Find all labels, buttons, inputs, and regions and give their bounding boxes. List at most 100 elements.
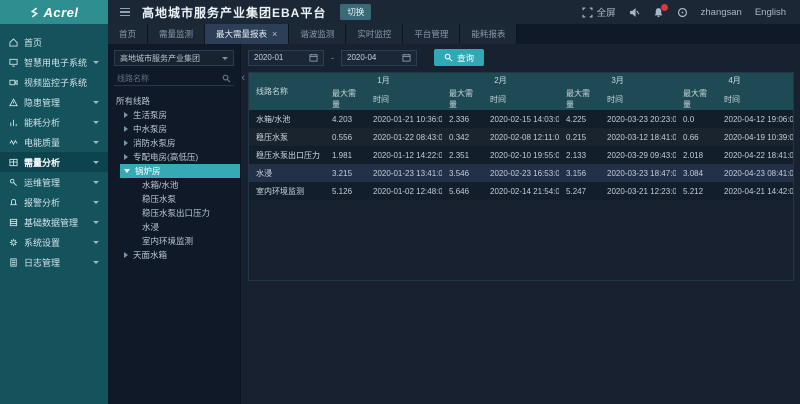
- volume-button[interactable]: [629, 7, 640, 18]
- table-row[interactable]: 室内环境监测 5.126 2020-01-02 12:48:00 5.646 2…: [249, 182, 793, 200]
- warning-icon: [9, 98, 18, 107]
- switch-button[interactable]: 切换: [340, 4, 371, 20]
- tree-node-all-lines[interactable]: 所有线路: [108, 94, 240, 108]
- sidebar-item-home[interactable]: 首页: [0, 32, 108, 52]
- menu-toggle-icon[interactable]: [120, 8, 130, 17]
- time-cell: 2020-02-14 21:54:00: [483, 182, 559, 200]
- max-demand-cell: 3.084: [676, 164, 717, 182]
- sidebar-item-alarm-analysis[interactable]: 报警分析: [0, 192, 108, 212]
- time-cell: 2020-03-23 20:23:00: [600, 110, 676, 128]
- time-cell: 2020-04-19 10:39:00: [717, 128, 793, 146]
- tree-node-water-leak[interactable]: 水浸: [108, 220, 240, 234]
- col-header-max-demand: 最大需量: [325, 88, 366, 110]
- sidebar-item-label: 智慧用电子系统: [24, 56, 87, 69]
- tree-node-pump-outlet-pressure[interactable]: 稳压水泵出口压力: [108, 206, 240, 220]
- notifications-button[interactable]: [653, 7, 664, 18]
- tab-harmonic-monitor[interactable]: 谐波监测: [289, 24, 346, 44]
- max-demand-cell: 5.646: [442, 182, 483, 200]
- table-row[interactable]: 稳压水泵 0.556 2020-01-22 08:43:00 0.342 202…: [249, 128, 793, 146]
- help-icon: [677, 7, 688, 18]
- help-button[interactable]: [677, 7, 688, 18]
- brand-name: Acrel: [43, 5, 78, 20]
- report-content: 2020-01 - 2020-04 查询 线路名称 1月: [241, 44, 800, 404]
- sidebar-item-label: 报警分析: [24, 196, 60, 209]
- tab-home[interactable]: 首页: [108, 24, 148, 44]
- tab-label: 实时监控: [357, 28, 391, 40]
- tab-max-demand-report[interactable]: 最大需量报表 ×: [205, 24, 289, 44]
- tree-node-label: 生活泵房: [133, 109, 167, 121]
- time-cell: 2020-01-21 10:36:00: [366, 110, 442, 128]
- close-icon[interactable]: ×: [272, 29, 277, 39]
- tree-node-reclaimed-water-pump[interactable]: 中水泵房: [108, 122, 240, 136]
- document-icon: [9, 258, 18, 267]
- table-row[interactable]: 水箱/水池 4.203 2020-01-21 10:36:00 2.336 20…: [249, 110, 793, 128]
- sidebar-item-demand-analysis[interactable]: 需量分析: [0, 152, 108, 172]
- date-from-input[interactable]: 2020-01: [248, 50, 324, 66]
- time-cell: 2020-03-12 18:41:00: [600, 128, 676, 146]
- tree-node-roof-tank[interactable]: 天面水箱: [108, 248, 240, 262]
- tree-node-pressure-pump[interactable]: 稳压水泵: [108, 192, 240, 206]
- demand-report-table: 线路名称 1月 2月 3月 4月 最大需量 时间 最大需量 时间 最大需量 时间…: [248, 72, 794, 281]
- table-row[interactable]: 稳压水泵出口压力 1.981 2020-01-12 14:22:00 2.351…: [249, 146, 793, 164]
- tree-node-water-tank[interactable]: 水箱/水池: [108, 178, 240, 192]
- max-demand-cell: 5.247: [559, 182, 600, 200]
- col-group-month: 2月: [442, 73, 559, 88]
- database-icon: [9, 218, 18, 227]
- sidebar-item-label: 能耗分析: [24, 116, 60, 129]
- line-name-cell: 稳压水泵: [249, 128, 325, 146]
- search-icon: [444, 53, 453, 62]
- sidebar-item-label: 基础数据管理: [24, 216, 78, 229]
- sidebar-item-hazard[interactable]: 隐患管理: [0, 92, 108, 112]
- sidebar-item-operations[interactable]: 运维管理: [0, 172, 108, 192]
- tree-node-label: 水箱/水池: [142, 179, 178, 191]
- device-tree-panel: 高地城市服务产业集团 线路名称 所有线路 生活泵房 中水泵房 消防水泵房 专配电…: [108, 44, 241, 404]
- sidebar-item-video-monitor[interactable]: 视频监控子系统: [0, 72, 108, 92]
- date-to-value: 2020-04: [347, 53, 376, 62]
- time-cell: 2020-04-12 19:06:00: [717, 110, 793, 128]
- tree-node-label: 所有线路: [116, 95, 150, 107]
- tree-node-substation[interactable]: 专配电房(高低压): [108, 150, 240, 164]
- sidebar-item-smart-power[interactable]: 智慧用电子系统: [0, 52, 108, 72]
- col-header-time: 时间: [717, 88, 793, 110]
- max-demand-cell: 5.212: [676, 182, 717, 200]
- sidebar-item-energy-analysis[interactable]: 能耗分析: [0, 112, 108, 132]
- tree-node-boiler-room[interactable]: 锅炉房: [120, 164, 240, 178]
- col-group-month: 3月: [559, 73, 676, 88]
- username[interactable]: zhangsan: [701, 7, 742, 18]
- sidebar-item-logs[interactable]: 日志管理: [0, 252, 108, 272]
- tab-realtime-monitor[interactable]: 实时监控: [346, 24, 403, 44]
- time-cell: 2020-04-21 14:42:00: [717, 182, 793, 200]
- tab-energy-report[interactable]: 能耗报表: [460, 24, 517, 44]
- sidebar-item-power-quality[interactable]: 电能质量: [0, 132, 108, 152]
- line-name-cell: 室内环境监测: [249, 182, 325, 200]
- bar-chart-icon: [9, 118, 18, 127]
- calendar-icon: [309, 53, 318, 62]
- org-select[interactable]: 高地城市服务产业集团: [114, 50, 234, 66]
- query-button[interactable]: 查询: [434, 49, 484, 66]
- fullscreen-button[interactable]: 全屏: [582, 5, 616, 19]
- tree-node-indoor-env[interactable]: 室内环境监测: [108, 234, 240, 248]
- sidebar-item-label: 视频监控子系统: [24, 76, 87, 89]
- date-to-input[interactable]: 2020-04: [341, 50, 417, 66]
- time-cell: 2020-03-23 18:47:00: [600, 164, 676, 182]
- language-switch[interactable]: English: [755, 7, 786, 18]
- alarm-icon: [9, 198, 18, 207]
- top-header: Acrel 高地城市服务产业集团EBA平台 切换 全屏 zhangsan Eng…: [0, 0, 800, 24]
- tree-node-fire-pump[interactable]: 消防水泵房: [108, 136, 240, 150]
- org-select-value: 高地城市服务产业集团: [120, 53, 200, 64]
- tab-platform-manage[interactable]: 平台管理: [403, 24, 460, 44]
- sidebar-item-base-data[interactable]: 基础数据管理: [0, 212, 108, 232]
- line-search-input[interactable]: 线路名称: [114, 71, 234, 86]
- col-header-max-demand: 最大需量: [442, 88, 483, 110]
- sidebar-item-label: 需量分析: [24, 156, 60, 169]
- line-name-cell: 水箱/水池: [249, 110, 325, 128]
- tab-demand-monitor[interactable]: 需量监测: [148, 24, 205, 44]
- caret-right-icon: [124, 112, 128, 118]
- tree-node-life-pump[interactable]: 生活泵房: [108, 108, 240, 122]
- panel-collapse-toggle[interactable]: ‹: [241, 72, 245, 84]
- tree-node-label: 室内环境监测: [142, 235, 193, 247]
- tree-node-label: 中水泵房: [133, 123, 167, 135]
- monitor-icon: [9, 58, 18, 67]
- table-row[interactable]: 水浸 3.215 2020-01-23 13:41:00 3.546 2020-…: [249, 164, 793, 182]
- sidebar-item-settings[interactable]: 系统设置: [0, 232, 108, 252]
